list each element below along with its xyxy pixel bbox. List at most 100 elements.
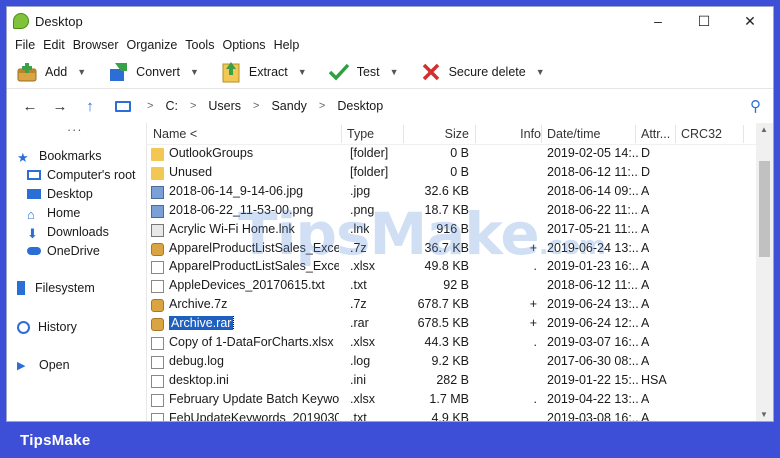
sidebar-item-label: OneDrive [47,244,100,258]
menu-help[interactable]: Help [270,38,304,52]
extract-dropdown-icon[interactable]: ▼ [298,67,307,77]
file-name[interactable]: Unused [169,165,212,179]
sidebar-bookmarks[interactable]: ★ Bookmarks [17,149,102,165]
menu-options[interactable]: Options [218,38,269,52]
table-row[interactable]: 2018-06-14_9-14-06.jpg .jpg 32.6 KB 2018-06… [147,183,773,202]
convert-dropdown-icon[interactable]: ▼ [190,67,199,77]
scrollbar-thumb[interactable] [759,161,770,257]
sidebar-item-home[interactable]: ⌂ Home [27,206,81,222]
search-icon[interactable]: ⚲ [750,97,761,115]
file-name[interactable]: FebUpdateKeywords_2019030... [169,411,339,421]
file-attributes: D [641,164,651,179]
table-row[interactable]: debug.log .log 9.2 KB 2017-06-30 08:... A [147,353,773,372]
sidebar-item-computers-root[interactable]: Computer's root [27,168,136,182]
vertical-scrollbar[interactable]: ▲ ▼ [756,123,773,421]
add-dropdown-icon[interactable]: ▼ [77,67,86,77]
table-row[interactable]: February Update Batch Keywo... .xlsx 1.7 M… [147,391,773,410]
document-icon [151,280,164,294]
file-info: . [533,391,537,406]
table-row[interactable]: FebUpdateKeywords_2019030... .txt 4.9 KB 20… [147,410,773,421]
table-row[interactable]: Unused [folder] 0 B 2018-06-12 11:... D [147,164,773,183]
breadcrumb-users[interactable]: Users [208,99,241,113]
table-row[interactable]: AppleDevices_20170615.txt .txt 92 B 2018-06… [147,277,773,296]
secure-delete-button[interactable]: Secure delete ▼ [415,57,561,87]
sidebar-item-desktop[interactable]: Desktop [27,187,93,201]
sidebar-history[interactable]: History [17,320,77,334]
column-divider[interactable] [475,125,476,143]
watermark-logo: TipsMake.com [238,200,606,268]
column-header-type[interactable]: Type [347,127,374,141]
menu-tools[interactable]: Tools [181,38,218,52]
menu-file[interactable]: File [11,38,39,52]
extract-label: Extract [248,64,288,79]
column-divider[interactable] [635,125,636,143]
table-row[interactable]: OutlookGroups [folder] 0 B 2019-02-05 14:..… [147,145,773,164]
menu-browser[interactable]: Browser [69,38,123,52]
extract-button[interactable]: Extract ▼ [215,57,323,87]
file-name[interactable]: debug.log [169,354,224,368]
scroll-down-arrow-icon[interactable]: ▼ [760,410,768,419]
table-row[interactable]: desktop.ini .ini 282 B 2019-01-22 15:... HSA [147,372,773,391]
table-row[interactable]: Copy of 1-DataForCharts.xlsx .xlsx 44.3 KB… [147,334,773,353]
file-name[interactable]: AppleDevices_20170615.txt [169,278,325,292]
table-row[interactable]: Archive.7z .7z 678.7 KB +2019-06-24 13:... A [147,296,773,315]
add-button[interactable]: Add ▼ [11,57,102,87]
menu-edit[interactable]: Edit [39,38,69,52]
file-info: + [529,316,537,331]
file-name[interactable]: 2018-06-14_9-14-06.jpg [169,184,303,198]
sidebar-item-label: Home [47,206,81,220]
file-name[interactable]: OutlookGroups [169,146,253,160]
title-bar: Desktop – ☐ ✕ [7,7,773,35]
column-header-crc32[interactable]: CRC32 [681,127,722,141]
secure-delete-dropdown-icon[interactable]: ▼ [536,67,545,77]
column-divider[interactable] [341,125,342,143]
file-name[interactable]: desktop.ini [169,373,229,387]
sidebar-item-label: Desktop [47,187,93,201]
file-size: 4.9 KB [431,410,469,421]
back-arrow-icon[interactable]: ← [15,98,45,115]
scroll-up-arrow-icon[interactable]: ▲ [760,125,768,134]
computer-icon[interactable] [115,100,131,112]
column-header-attributes[interactable]: Attr... [641,127,670,141]
column-header-info[interactable]: Info [481,127,541,141]
sidebar-item-onedrive[interactable]: OneDrive [27,244,100,258]
close-button[interactable]: ✕ [727,7,773,35]
file-name[interactable]: Copy of 1-DataForCharts.xlsx [169,335,334,349]
breadcrumb-c[interactable]: C: [165,99,178,113]
breadcrumb-desktop[interactable]: Desktop [337,99,383,113]
file-type: .ini [350,372,366,387]
file-type: .xlsx [350,391,375,406]
window-title: Desktop [35,13,83,29]
sidebar-open[interactable]: ▶ Open [17,358,70,372]
convert-button[interactable]: Convert ▼ [102,57,215,87]
breadcrumb-sandy[interactable]: Sandy [271,99,306,113]
up-arrow-icon[interactable]: ↑ [75,98,105,115]
menu-organize[interactable]: Organize [123,38,182,52]
file-name[interactable]: February Update Batch Keywo... [169,392,339,406]
sidebar-ellipsis[interactable]: ··· [67,123,83,137]
sidebar-filesystem[interactable]: Filesystem [17,281,95,295]
image-file-icon [151,204,164,218]
column-header-name[interactable]: Name < [153,127,197,141]
test-button[interactable]: Test ▼ [323,57,415,87]
image-file-icon [151,185,164,199]
file-attributes: HSA [641,372,667,387]
file-name[interactable]: Archive.7z [169,297,227,311]
sidebar-item-label: Downloads [47,225,109,239]
sidebar-item-downloads[interactable]: ⬇ Downloads [27,225,109,241]
file-size: 678.5 KB [417,316,469,331]
file-attributes: A [641,183,650,198]
minimize-button[interactable]: – [635,7,681,35]
column-divider[interactable] [403,125,404,143]
maximize-button[interactable]: ☐ [681,7,727,35]
column-header-datetime[interactable]: Date/time [547,127,601,141]
column-divider[interactable] [743,125,744,143]
column-header-size[interactable]: Size [409,127,469,141]
column-divider[interactable] [675,125,676,143]
test-dropdown-icon[interactable]: ▼ [390,67,399,77]
table-row[interactable]: Archive.rar .rar 678.5 KB +2019-06-24 12:..… [147,315,773,334]
file-name[interactable]: Archive.rar [169,316,235,331]
column-divider[interactable] [541,125,542,143]
file-type: .7z [350,297,367,312]
forward-arrow-icon[interactable]: → [45,98,75,115]
